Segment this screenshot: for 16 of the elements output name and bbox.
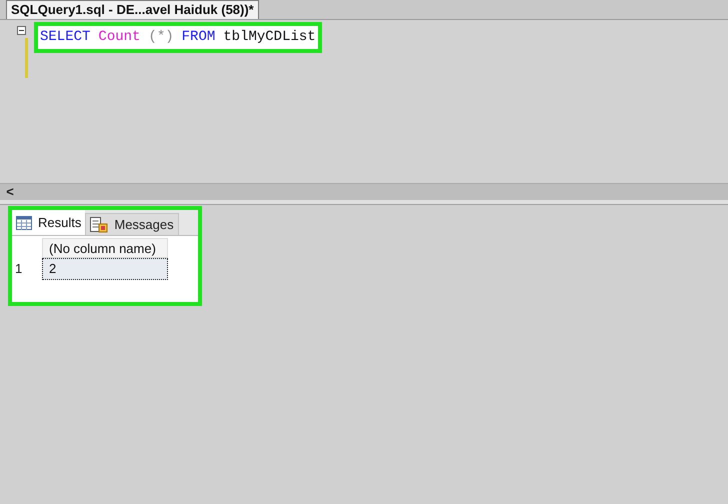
column-header[interactable]: (No column name) (42, 238, 168, 258)
collapse-icon[interactable] (17, 26, 26, 35)
result-tab[interactable]: Messages (85, 213, 179, 235)
code-token: Count (98, 28, 140, 47)
document-tab[interactable]: SQLQuery1.sql - DE...avel Haiduk (58))* (6, 0, 259, 19)
grid-icon (16, 216, 32, 230)
code-token: FROM (182, 28, 216, 47)
scroll-left-button[interactable]: < (0, 184, 20, 200)
document-icon (90, 216, 108, 232)
horizontal-scrollbar[interactable]: < (0, 183, 728, 200)
table-cell[interactable]: 2 (42, 258, 168, 280)
row-number: 1 (14, 260, 24, 278)
code-token: tblMyCDList (223, 28, 316, 47)
code-token: (*) (148, 28, 174, 47)
code-token: SELECT (40, 28, 90, 47)
result-tab[interactable]: Results (12, 210, 86, 235)
